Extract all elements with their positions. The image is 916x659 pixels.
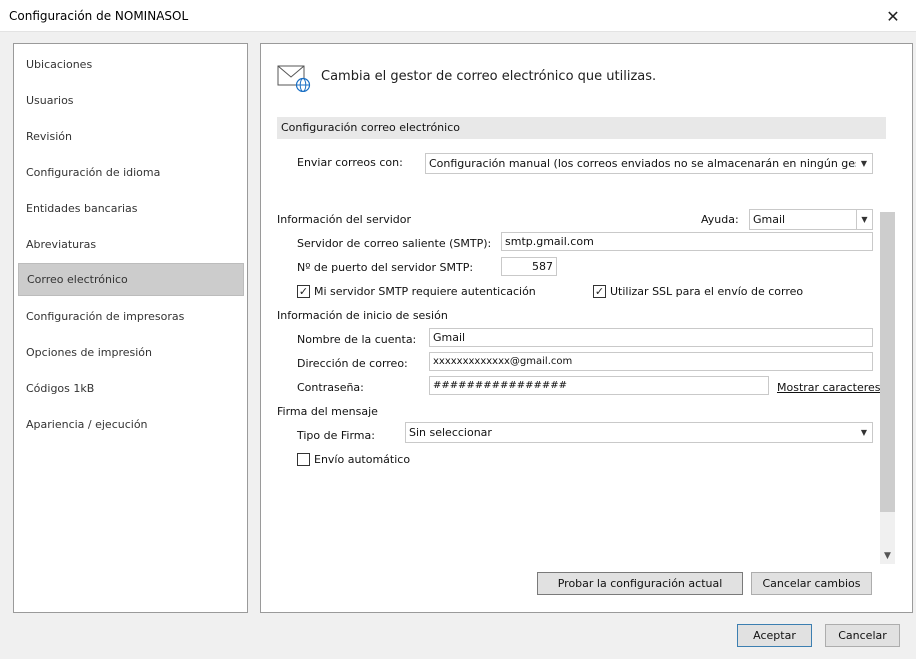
mail-globe-icon: [277, 65, 311, 92]
port-label: Nº de puerto del servidor SMTP:: [297, 261, 474, 274]
help-select[interactable]: Gmail ▼: [749, 209, 873, 230]
nav-item-correo-electronico[interactable]: Correo electrónico: [18, 263, 244, 296]
send-with-value: Configuración manual (los correos enviad…: [429, 157, 872, 170]
login-info-title: Información de inicio de sesión: [277, 309, 448, 322]
auto-send-label: Envío automático: [314, 453, 411, 466]
smtp-input[interactable]: smtp.gmail.com: [501, 232, 873, 251]
send-with-label: Enviar correos con:: [297, 156, 403, 169]
panel-header: Cambia el gestor de correo electrónico q…: [321, 69, 657, 84]
scrollbar-thumb[interactable]: [880, 212, 895, 512]
account-input[interactable]: Gmail: [429, 328, 873, 347]
nav-item-revision[interactable]: Revisión: [18, 121, 244, 153]
help-label: Ayuda:: [701, 213, 739, 226]
server-info-title: Información del servidor: [277, 213, 412, 226]
email-settings-panel: Cambia el gestor de correo electrónico q…: [260, 43, 913, 613]
port-input[interactable]: 587: [501, 257, 557, 276]
title-bar: Configuración de NOMINASOL ✕: [0, 0, 916, 32]
help-value: Gmail: [753, 213, 786, 226]
nav-item-abreviaturas[interactable]: Abreviaturas: [18, 229, 244, 261]
nav-item-impresoras[interactable]: Configuración de impresoras: [18, 301, 244, 333]
chevron-down-icon: ▼: [856, 423, 872, 442]
nav-item-opciones-impresion[interactable]: Opciones de impresión: [18, 337, 244, 369]
cancel-changes-button[interactable]: Cancelar cambios: [751, 572, 872, 595]
settings-nav: Ubicaciones Usuarios Revisión Configurac…: [13, 43, 248, 613]
nav-item-apariencia[interactable]: Apariencia / ejecución: [18, 409, 244, 441]
auth-label: Mi servidor SMTP requiere autenticación: [314, 285, 536, 298]
email-input[interactable]: xxxxxxxxxxxxx@gmail.com: [429, 352, 873, 371]
signature-title: Firma del mensaje: [277, 405, 378, 418]
test-config-button[interactable]: Probar la configuración actual: [537, 572, 743, 595]
show-characters-link[interactable]: Mostrar caracteres: [777, 381, 881, 394]
password-label: Contraseña:: [297, 381, 364, 394]
nav-item-codigos[interactable]: Códigos 1kB: [18, 373, 244, 405]
vertical-scrollbar[interactable]: ▼: [880, 212, 895, 564]
signature-type-select[interactable]: Sin seleccionar ▼: [405, 422, 873, 443]
send-with-select[interactable]: Configuración manual (los correos enviad…: [425, 153, 873, 174]
signature-type-label: Tipo de Firma:: [297, 429, 375, 442]
nav-item-idioma[interactable]: Configuración de idioma: [18, 157, 244, 189]
cancel-button[interactable]: Cancelar: [825, 624, 900, 647]
nav-item-usuarios[interactable]: Usuarios: [18, 85, 244, 117]
signature-type-value: Sin seleccionar: [409, 426, 492, 439]
scroll-down-icon[interactable]: ▼: [880, 549, 895, 564]
auto-send-checkbox[interactable]: [297, 453, 310, 466]
nav-item-entidades-bancarias[interactable]: Entidades bancarias: [18, 193, 244, 225]
accept-button[interactable]: Aceptar: [737, 624, 812, 647]
chevron-down-icon: ▼: [856, 210, 872, 229]
smtp-label: Servidor de correo saliente (SMTP):: [297, 237, 492, 250]
nav-item-ubicaciones[interactable]: Ubicaciones: [18, 49, 244, 81]
ssl-checkbox[interactable]: ✓: [593, 285, 606, 298]
section-title: Configuración correo electrónico: [277, 117, 886, 139]
ssl-label: Utilizar SSL para el envío de correo: [610, 285, 804, 298]
chevron-down-icon: ▼: [856, 154, 872, 173]
email-label: Dirección de correo:: [297, 357, 408, 370]
auth-checkbox[interactable]: ✓: [297, 285, 310, 298]
close-icon[interactable]: ✕: [870, 0, 916, 32]
account-label: Nombre de la cuenta:: [297, 333, 417, 346]
window-title: Configuración de NOMINASOL: [9, 9, 189, 23]
password-input[interactable]: ################: [429, 376, 769, 395]
